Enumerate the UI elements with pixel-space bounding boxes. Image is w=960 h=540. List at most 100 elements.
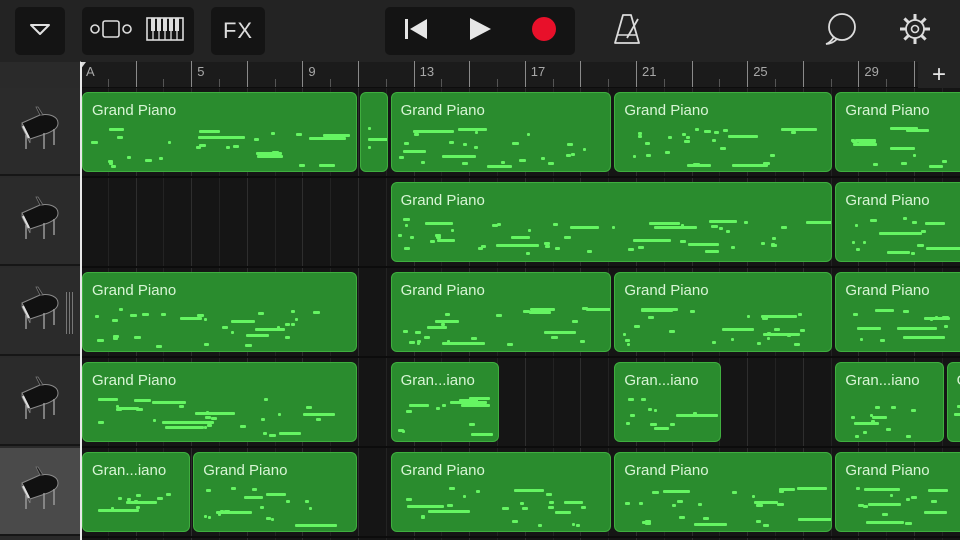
tracks-view-button[interactable] bbox=[84, 7, 138, 55]
ruler-tick bbox=[747, 61, 749, 87]
fx-button[interactable]: FX bbox=[211, 7, 265, 55]
ruler-bar-number: 9 bbox=[308, 64, 316, 79]
midi-note bbox=[697, 503, 702, 507]
play-button[interactable] bbox=[447, 7, 513, 55]
region-label: Grand Piano bbox=[400, 462, 485, 479]
midi-region[interactable]: Grand Piano bbox=[835, 182, 960, 262]
midi-note bbox=[367, 138, 387, 142]
midi-note bbox=[231, 487, 236, 491]
midi-note bbox=[728, 135, 759, 139]
midi-note bbox=[417, 342, 421, 345]
midi-note bbox=[477, 246, 484, 250]
track-lane[interactable]: Grand Piano Gran...iano Gran...iano Gran...… bbox=[80, 358, 960, 448]
browser-toggle-button[interactable] bbox=[15, 7, 65, 55]
midi-note bbox=[777, 502, 785, 506]
track-lane[interactable]: Grand Piano Grand Piano Grand Piano Grand P… bbox=[80, 268, 960, 358]
midi-note bbox=[763, 524, 769, 528]
go-to-beginning-button[interactable] bbox=[385, 7, 447, 55]
midi-region[interactable]: Grand Piano bbox=[614, 452, 833, 532]
region-label: Grand Piano bbox=[92, 282, 177, 299]
midi-region[interactable]: Grand Piano bbox=[390, 272, 612, 352]
midi-note bbox=[113, 336, 119, 340]
region-label: Gran...iano bbox=[92, 462, 167, 479]
midi-note bbox=[254, 327, 286, 331]
region-label: Gran...iano bbox=[400, 372, 475, 389]
midi-note bbox=[519, 502, 525, 506]
midi-note bbox=[854, 223, 858, 227]
midi-note bbox=[526, 133, 531, 137]
midi-note bbox=[291, 309, 295, 313]
midi-region[interactable]: Gran...iano bbox=[82, 452, 191, 532]
timeline-ruler[interactable]: A 5 9 13 17 21 25 29 bbox=[80, 61, 960, 88]
midi-note bbox=[854, 422, 879, 426]
midi-note bbox=[126, 156, 131, 160]
midi-region[interactable]: Grand Piano bbox=[82, 362, 357, 442]
midi-note bbox=[207, 516, 212, 520]
midi-region[interactable]: Grand Piano bbox=[614, 272, 833, 352]
midi-note bbox=[251, 487, 257, 491]
loop-browser-button[interactable] bbox=[816, 7, 866, 55]
add-track-button[interactable]: + bbox=[918, 62, 960, 88]
ruler-subtick bbox=[107, 79, 109, 87]
metronome-button[interactable] bbox=[602, 7, 652, 55]
track-lane[interactable]: Gran...iano Grand Piano Grand Piano Grand P… bbox=[80, 448, 960, 538]
midi-note bbox=[544, 331, 576, 335]
midi-region[interactable]: Grand Piano bbox=[390, 182, 833, 262]
midi-region[interactable] bbox=[360, 92, 388, 172]
track-header[interactable] bbox=[0, 88, 80, 176]
midi-region[interactable]: Grand Piano bbox=[835, 92, 960, 172]
midi-note bbox=[217, 513, 222, 517]
settings-gear-icon bbox=[898, 12, 932, 51]
midi-region[interactable]: Grand Piano bbox=[835, 272, 960, 352]
midi-note bbox=[305, 500, 310, 504]
midi-note bbox=[917, 243, 924, 247]
track-lane[interactable]: Grand Piano Grand Piano Grand Piano Grand P… bbox=[80, 88, 960, 178]
ruler-bar-number: 5 bbox=[197, 64, 205, 79]
track-header[interactable] bbox=[0, 178, 80, 266]
midi-region[interactable]: G bbox=[946, 362, 960, 442]
track-resize-grip[interactable] bbox=[66, 292, 74, 334]
midi-note bbox=[544, 245, 551, 249]
midi-note bbox=[641, 309, 674, 313]
midi-note bbox=[119, 307, 124, 311]
region-label: Grand Piano bbox=[624, 462, 709, 479]
midi-note bbox=[855, 487, 861, 491]
midi-note bbox=[648, 316, 655, 320]
ruler-tick bbox=[469, 61, 471, 87]
midi-note bbox=[110, 164, 116, 168]
track-header[interactable] bbox=[0, 448, 80, 536]
midi-note bbox=[496, 314, 502, 318]
midi-note bbox=[649, 221, 681, 225]
track-header[interactable] bbox=[0, 358, 80, 446]
keyboard-view-button[interactable] bbox=[138, 7, 192, 55]
region-label: Grand Piano bbox=[400, 282, 485, 299]
midi-region[interactable]: Grand Piano bbox=[82, 272, 357, 352]
midi-region[interactable]: Grand Piano bbox=[82, 92, 357, 172]
midi-region[interactable]: Gran...iano bbox=[390, 362, 499, 442]
midi-note bbox=[406, 504, 445, 508]
midi-note bbox=[223, 510, 231, 514]
midi-note bbox=[294, 318, 299, 322]
midi-note bbox=[98, 509, 139, 513]
midi-note bbox=[514, 488, 545, 492]
midi-note bbox=[633, 239, 672, 243]
midi-region[interactable]: Gran...iano bbox=[835, 362, 944, 442]
record-button[interactable] bbox=[513, 7, 575, 55]
midi-region[interactable]: Grand Piano bbox=[193, 452, 357, 532]
midi-note bbox=[486, 164, 512, 168]
track-header[interactable] bbox=[0, 268, 80, 356]
midi-region[interactable]: Grand Piano bbox=[390, 92, 612, 172]
midi-region[interactable]: Gran...iano bbox=[614, 362, 722, 442]
ruler-subtick bbox=[163, 79, 165, 87]
midi-region[interactable]: Grand Piano bbox=[835, 452, 960, 532]
midi-region[interactable]: Grand Piano bbox=[614, 92, 833, 172]
midi-region[interactable]: Grand Piano bbox=[390, 452, 612, 532]
tracks-area[interactable]: Grand Piano Grand Piano Grand Piano Grand P… bbox=[80, 88, 960, 540]
track-lane[interactable]: Grand Piano Grand Piano bbox=[80, 178, 960, 268]
midi-note bbox=[457, 127, 488, 131]
midi-note bbox=[502, 506, 509, 510]
settings-button[interactable] bbox=[890, 7, 940, 55]
ruler-subtick bbox=[886, 79, 888, 87]
region-label: Grand Piano bbox=[400, 102, 485, 119]
control-bar: FX bbox=[0, 0, 960, 62]
